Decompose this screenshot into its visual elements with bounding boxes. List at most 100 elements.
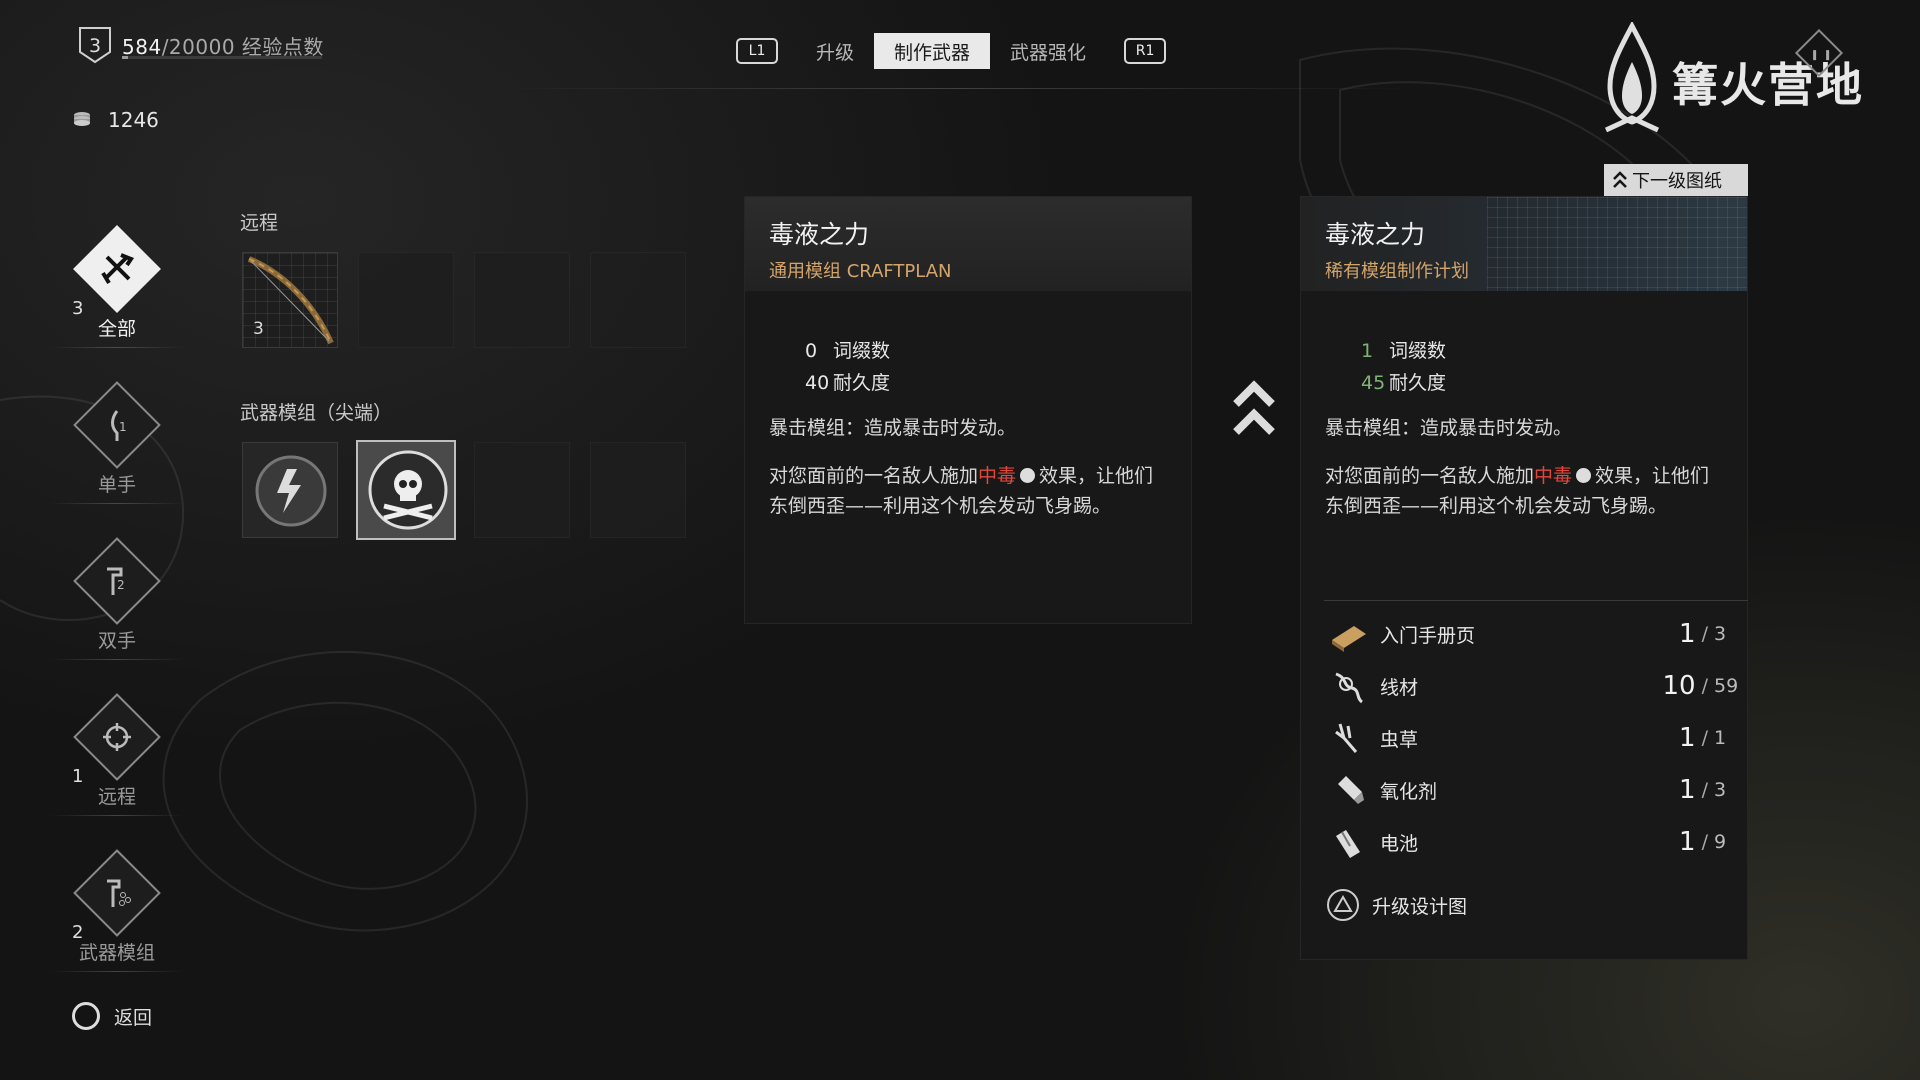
durability-label: 耐久度 bbox=[833, 372, 891, 394]
poison-keyword: 中毒 bbox=[978, 465, 1017, 487]
material-have: 1 bbox=[1679, 827, 1696, 857]
manual-page-icon bbox=[1332, 626, 1366, 652]
xp-label: 经验点数 bbox=[241, 34, 324, 59]
l1-button-hint[interactable]: L1 bbox=[736, 38, 778, 64]
material-row: 氧化剂 1/3 bbox=[1328, 770, 1728, 810]
sidebar-item-weapon-mods[interactable]: 2 武器模组 bbox=[50, 849, 184, 972]
material-name: 入门手册页 bbox=[1380, 624, 1476, 647]
circle-button-icon bbox=[72, 1002, 100, 1030]
weapon-mod-icon bbox=[107, 879, 131, 907]
tab-craft-weapon[interactable]: 制作武器 bbox=[874, 33, 991, 69]
top-divider bbox=[500, 88, 1420, 89]
affix-label: 词缀数 bbox=[833, 340, 891, 362]
current-plan-card: 毒液之力 通用模组 CRAFTPLAN 0 词缀数 40 耐久度 暴击模组：造成暴击… bbox=[744, 196, 1192, 624]
r1-button-hint[interactable]: R1 bbox=[1124, 38, 1167, 64]
material-have: 1 bbox=[1679, 723, 1696, 753]
material-need: 1 bbox=[1714, 727, 1727, 749]
mod-slot-poison[interactable] bbox=[356, 440, 456, 540]
empty-slot bbox=[474, 252, 570, 348]
material-name: 线材 bbox=[1380, 676, 1419, 699]
sidebar-item-all[interactable]: 3 全部 bbox=[50, 225, 184, 348]
top-tab-bar: L1 升级 制作武器 武器强化 R1 bbox=[736, 33, 1167, 69]
sidebar-item-label: 全部 bbox=[97, 318, 136, 340]
material-need: 3 bbox=[1714, 779, 1727, 801]
material-name: 虫草 bbox=[1380, 728, 1419, 751]
poison-icon bbox=[1576, 468, 1592, 483]
xp-max: /20000 bbox=[161, 34, 236, 59]
material-need: 3 bbox=[1714, 623, 1727, 645]
card-description: 暴击模组：造成暴击时发动。 对您面前的一名敌人施加中毒 效果，让他们东倒西歪——利… bbox=[745, 399, 1191, 521]
campfire-logo-icon bbox=[1604, 22, 1660, 133]
sidebar-item-label: 单手 bbox=[97, 474, 136, 496]
durability-label: 耐久度 bbox=[1389, 372, 1447, 394]
mods-section-title: 武器模组（尖端） bbox=[240, 402, 393, 424]
materials-divider bbox=[1324, 600, 1748, 601]
material-row: 电池 1/9 bbox=[1328, 822, 1728, 862]
wire-icon bbox=[1335, 672, 1363, 704]
card-title: 毒液之力 bbox=[1325, 220, 1426, 249]
slot-count: 3 bbox=[253, 319, 264, 339]
upgrade-blueprint-button[interactable]: 升级设计图 bbox=[1326, 888, 1467, 922]
tab-weapon-enhance[interactable]: 武器强化 bbox=[990, 33, 1106, 69]
battery-icon bbox=[1336, 830, 1360, 858]
card-stats: 0 词缀数 40 耐久度 bbox=[745, 291, 1191, 399]
durability-value: 45 bbox=[1361, 372, 1386, 394]
svg-text:1: 1 bbox=[119, 420, 127, 434]
triangle-button-icon bbox=[1327, 889, 1359, 921]
sidebar-item-one-handed[interactable]: 1 单手 bbox=[50, 381, 184, 504]
poison-keyword: 中毒 bbox=[1534, 465, 1573, 487]
material-row: 线材 10/59 bbox=[1328, 666, 1739, 706]
one-handed-icon: 1 bbox=[111, 410, 127, 441]
back-label: 返回 bbox=[114, 1006, 153, 1029]
card-stats: 1 词缀数 45 耐久度 bbox=[1301, 291, 1747, 399]
empty-slot bbox=[590, 252, 686, 348]
back-button[interactable]: 返回 bbox=[72, 1002, 152, 1030]
material-need: 9 bbox=[1714, 831, 1727, 853]
desc-effect-a: 对您面前的一名敌人施加 bbox=[769, 465, 979, 487]
durability-value: 40 bbox=[805, 372, 830, 394]
material-have: 10 bbox=[1662, 671, 1696, 701]
poison-icon bbox=[1020, 468, 1036, 483]
material-name: 电池 bbox=[1380, 832, 1419, 855]
mod-slot-shock[interactable] bbox=[242, 442, 338, 538]
tab-upgrade[interactable]: 升级 bbox=[796, 33, 874, 69]
double-chevron-up-icon bbox=[1613, 171, 1627, 188]
coin-stack-icon bbox=[74, 112, 90, 126]
sidebar-item-label: 武器模组 bbox=[78, 942, 155, 964]
sidebar-item-label: 远程 bbox=[97, 786, 136, 808]
material-row: 虫草 1/1 bbox=[1328, 718, 1728, 758]
card-subtitle: 通用模组 CRAFTPLAN bbox=[769, 261, 952, 282]
next-blueprint-label: 下一级图纸 bbox=[1632, 171, 1722, 192]
sidebar-item-ranged[interactable]: 1 远程 bbox=[50, 693, 184, 816]
sidebar-item-two-handed[interactable]: 2 双手 bbox=[50, 537, 184, 660]
card-subtitle: 稀有模组制作计划 bbox=[1325, 261, 1469, 282]
sidebar-count: 1 bbox=[72, 766, 84, 787]
skull-icon bbox=[368, 450, 448, 530]
all-weapons-icon bbox=[101, 253, 135, 285]
xp-display: 3 584/20000 经验点数 bbox=[78, 26, 324, 64]
ranged-section-title: 远程 bbox=[240, 212, 279, 234]
currency-display: 1246 bbox=[72, 108, 159, 132]
material-have: 1 bbox=[1679, 775, 1696, 805]
material-name: 氧化剂 bbox=[1380, 780, 1438, 803]
affix-value: 1 bbox=[1361, 340, 1374, 362]
sidebar-item-label: 双手 bbox=[97, 630, 136, 652]
material-need: 59 bbox=[1714, 675, 1739, 697]
ranged-slot-bow[interactable]: 3 bbox=[242, 252, 338, 348]
sidebar-count: 3 bbox=[72, 298, 84, 319]
xp-progress-bar bbox=[122, 56, 322, 59]
material-row: 入门手册页 1/3 bbox=[1328, 614, 1728, 654]
level-number: 3 bbox=[88, 35, 102, 57]
crosshair-icon bbox=[103, 723, 131, 751]
upgrade-chevrons-icon bbox=[1233, 380, 1275, 435]
sidebar-count: 2 bbox=[72, 922, 84, 943]
lightning-icon bbox=[255, 455, 327, 527]
desc-effect-a: 对您面前的一名敌人施加 bbox=[1325, 465, 1535, 487]
empty-slot bbox=[590, 442, 686, 538]
desc-trigger: 暴击模组：造成暴击时发动。 bbox=[769, 417, 1017, 439]
two-handed-icon: 2 bbox=[107, 567, 125, 595]
upgrade-blueprint-label: 升级设计图 bbox=[1372, 895, 1468, 918]
svg-text:2: 2 bbox=[117, 578, 125, 592]
oxidizer-icon bbox=[1338, 776, 1364, 804]
desc-trigger: 暴击模组：造成暴击时发动。 bbox=[1325, 417, 1573, 439]
